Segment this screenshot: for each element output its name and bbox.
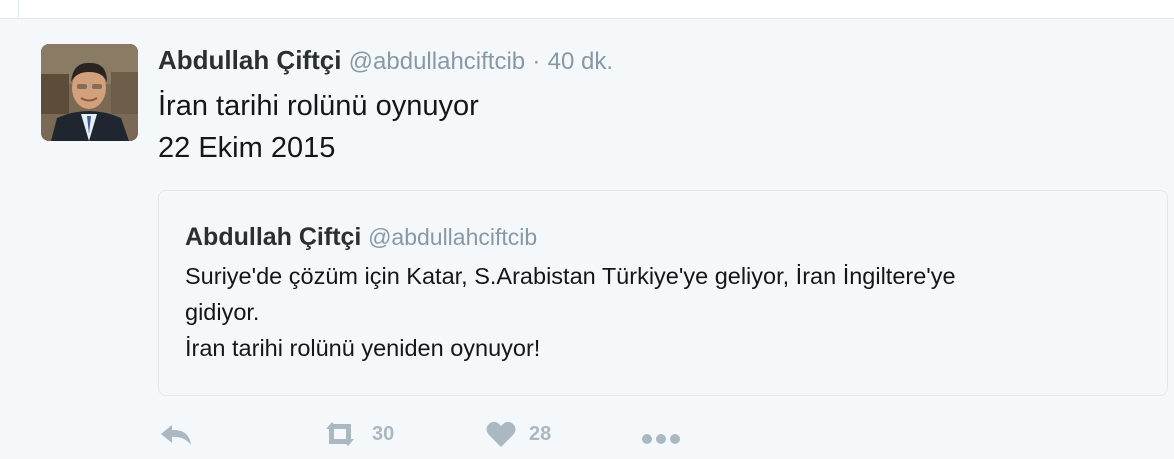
like-count: 28 xyxy=(529,422,552,445)
quoted-tweet[interactable]: Abdullah Çiftçi @abdullahciftcib Suriye'… xyxy=(158,190,1168,396)
reply-icon xyxy=(158,419,194,449)
quoted-tweet-text: Suriye'de çözüm için Katar, S.Arabistan … xyxy=(185,258,956,366)
author-name[interactable]: Abdullah Çiftçi xyxy=(158,45,341,75)
heart-icon xyxy=(485,419,517,449)
avatar[interactable] xyxy=(41,44,138,141)
quoted-text-line: Suriye'de çözüm için Katar, S.Arabistan … xyxy=(185,263,956,289)
quoted-author-username: @abdullahciftcib xyxy=(368,224,538,250)
more-button[interactable] xyxy=(639,419,683,449)
reply-button[interactable] xyxy=(158,419,194,449)
quoted-text-line: gidiyor. xyxy=(185,299,260,325)
retweet-icon xyxy=(320,419,360,449)
tweet-header: Abdullah Çiftçi @abdullahciftcib · 40 dk… xyxy=(158,45,613,77)
timestamp[interactable]: 40 dk. xyxy=(548,48,613,75)
tweet-actions: 30 28 xyxy=(158,419,758,459)
previous-tweet-edge xyxy=(0,0,1174,19)
tweet-text-line: İran tarihi rolünü oynuyor xyxy=(158,90,479,122)
separator: · xyxy=(532,48,541,75)
tweet[interactable]: Abdullah Çiftçi @abdullahciftcib · 40 dk… xyxy=(0,19,1174,447)
tweet-text: İran tarihi rolünü oynuyor 22 Ekim 2015 xyxy=(158,85,479,169)
tweet-text-line: 22 Ekim 2015 xyxy=(158,132,336,164)
quoted-text-line: İran tarihi rolünü yeniden oynuyor! xyxy=(185,335,541,361)
retweet-button[interactable]: 30 xyxy=(320,419,394,449)
more-icon xyxy=(639,419,683,449)
retweet-count: 30 xyxy=(372,422,395,445)
quoted-tweet-header: Abdullah Çiftçi @abdullahciftcib xyxy=(185,223,537,252)
like-button[interactable]: 28 xyxy=(485,419,551,449)
author-username[interactable]: @abdullahciftcib xyxy=(349,48,525,75)
divider xyxy=(18,0,19,18)
quoted-author-name: Abdullah Çiftçi xyxy=(185,223,362,251)
